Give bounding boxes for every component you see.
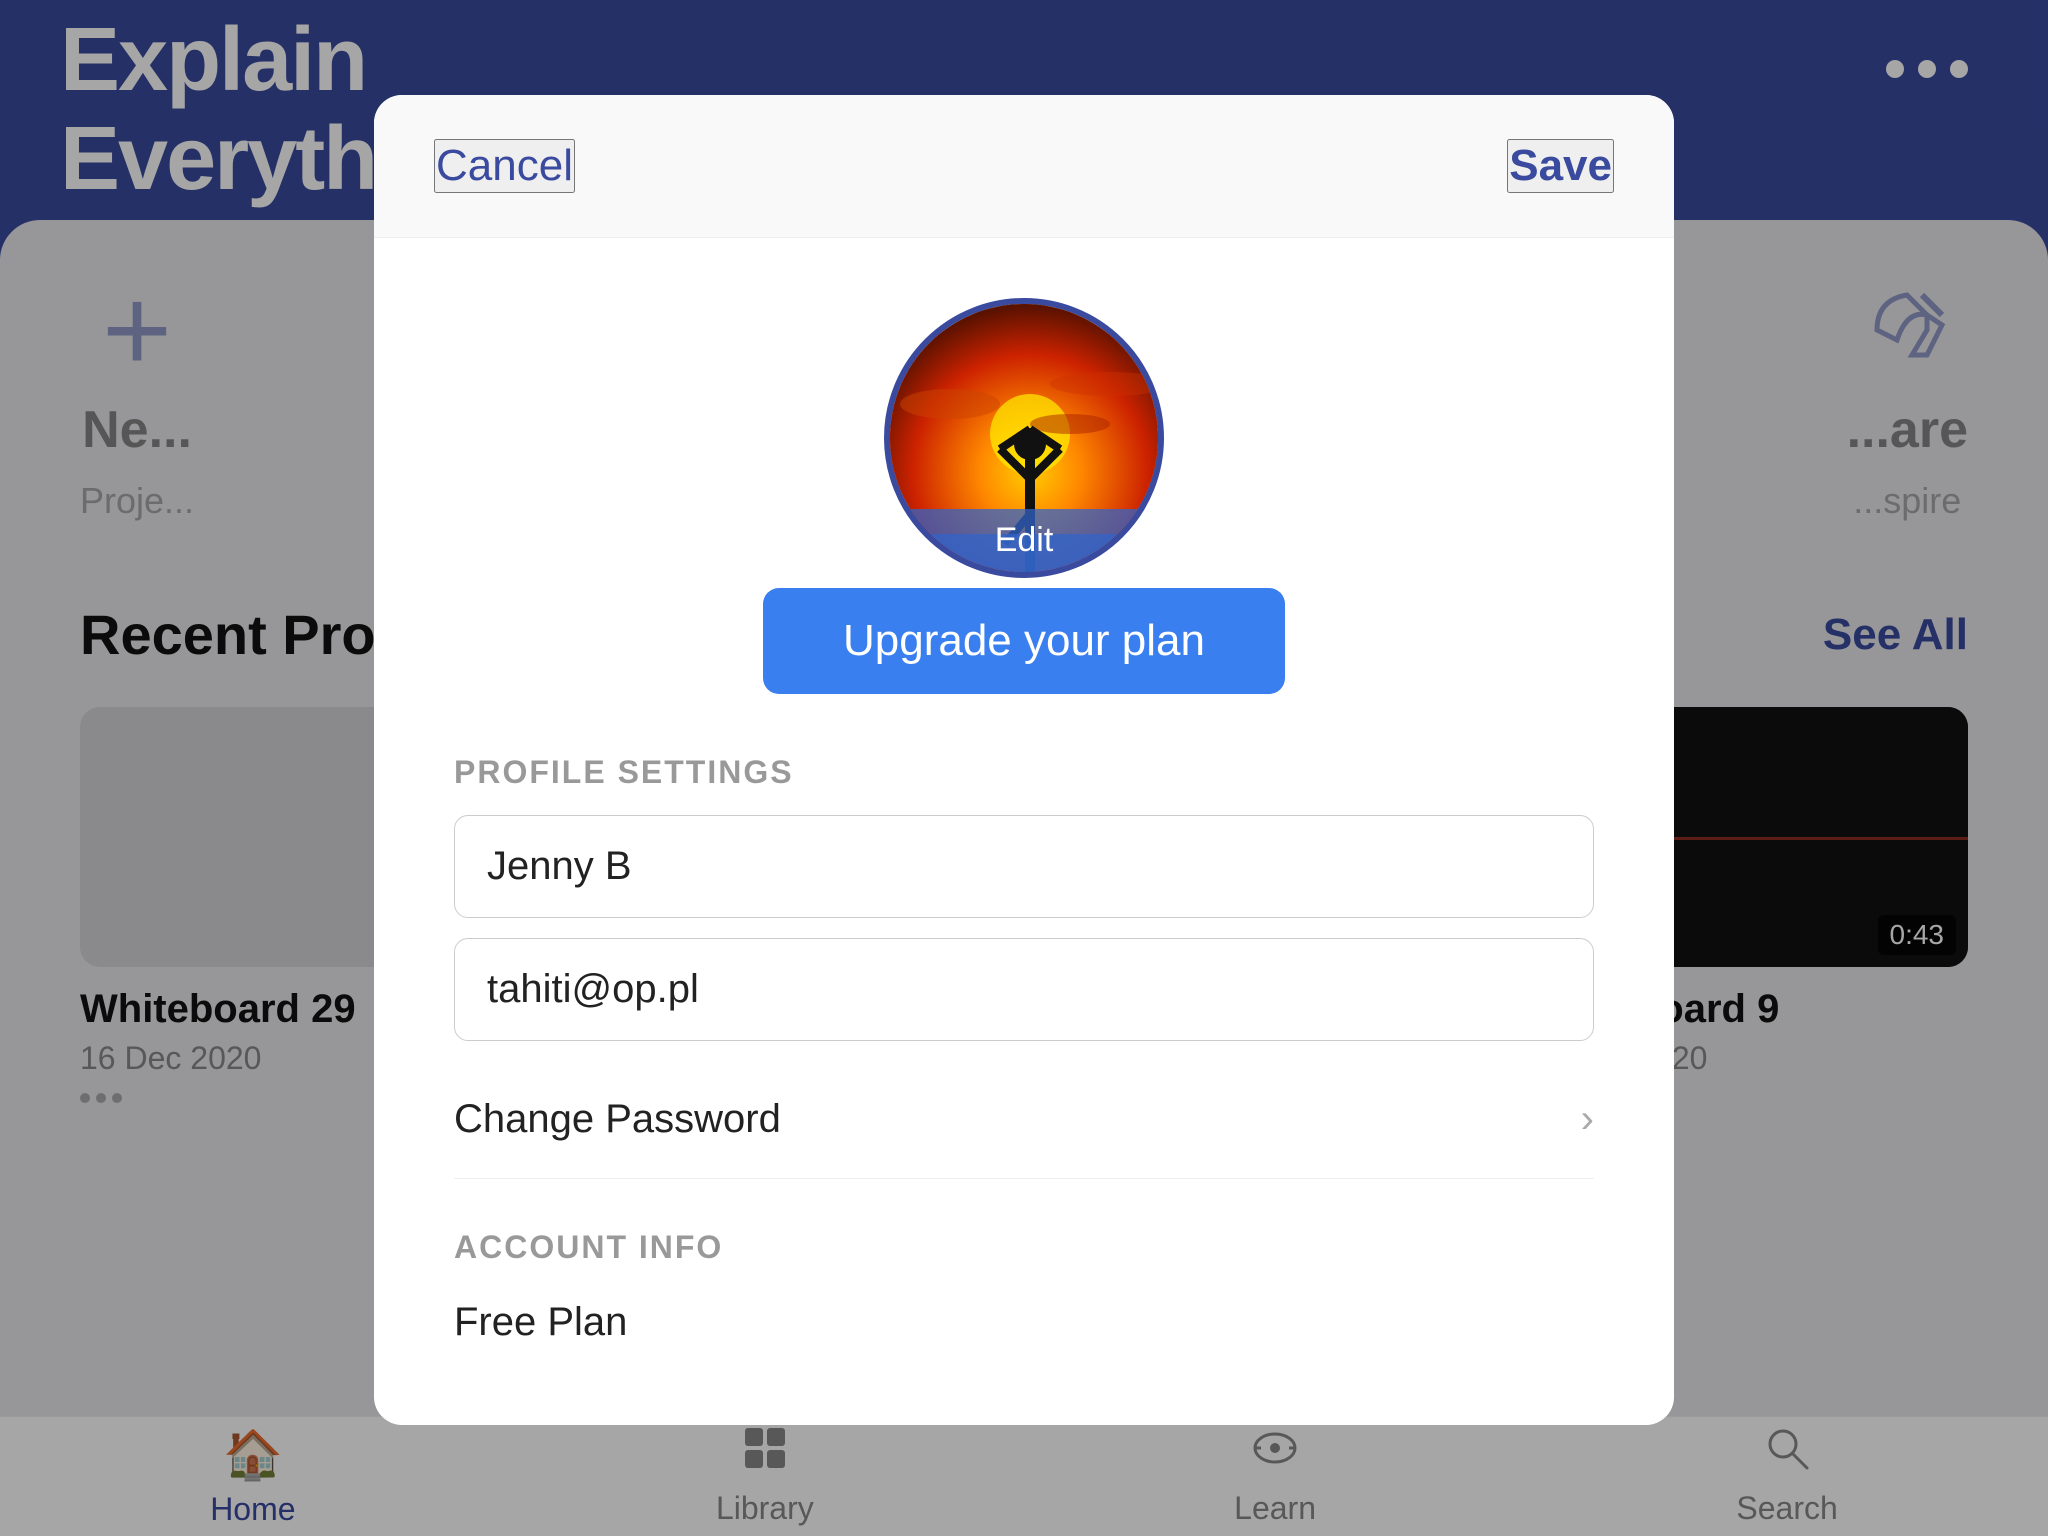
change-password-row[interactable]: Change Password › [454, 1061, 1594, 1179]
free-plan-label: Free Plan [454, 1290, 1594, 1345]
avatar-section: Edit Upgrade your plan [454, 298, 1594, 694]
avatar-wrapper[interactable]: Edit [884, 298, 1164, 578]
email-field[interactable] [454, 938, 1594, 1041]
change-password-label: Change Password [454, 1097, 781, 1142]
modal-body: Edit Upgrade your plan PROFILE SETTINGS … [374, 238, 1674, 1425]
modal-header: Cancel Save [374, 95, 1674, 238]
avatar-edit-label[interactable]: Edit [890, 509, 1158, 572]
upgrade-button[interactable]: Upgrade your plan [763, 588, 1285, 694]
profile-settings-label: PROFILE SETTINGS [454, 754, 1594, 791]
profile-modal: Cancel Save [374, 95, 1674, 1425]
cancel-button[interactable]: Cancel [434, 139, 575, 193]
save-button[interactable]: Save [1507, 139, 1614, 193]
chevron-right-icon: › [1581, 1097, 1594, 1142]
account-info-label: ACCOUNT INFO [454, 1229, 1594, 1266]
name-field[interactable] [454, 815, 1594, 918]
